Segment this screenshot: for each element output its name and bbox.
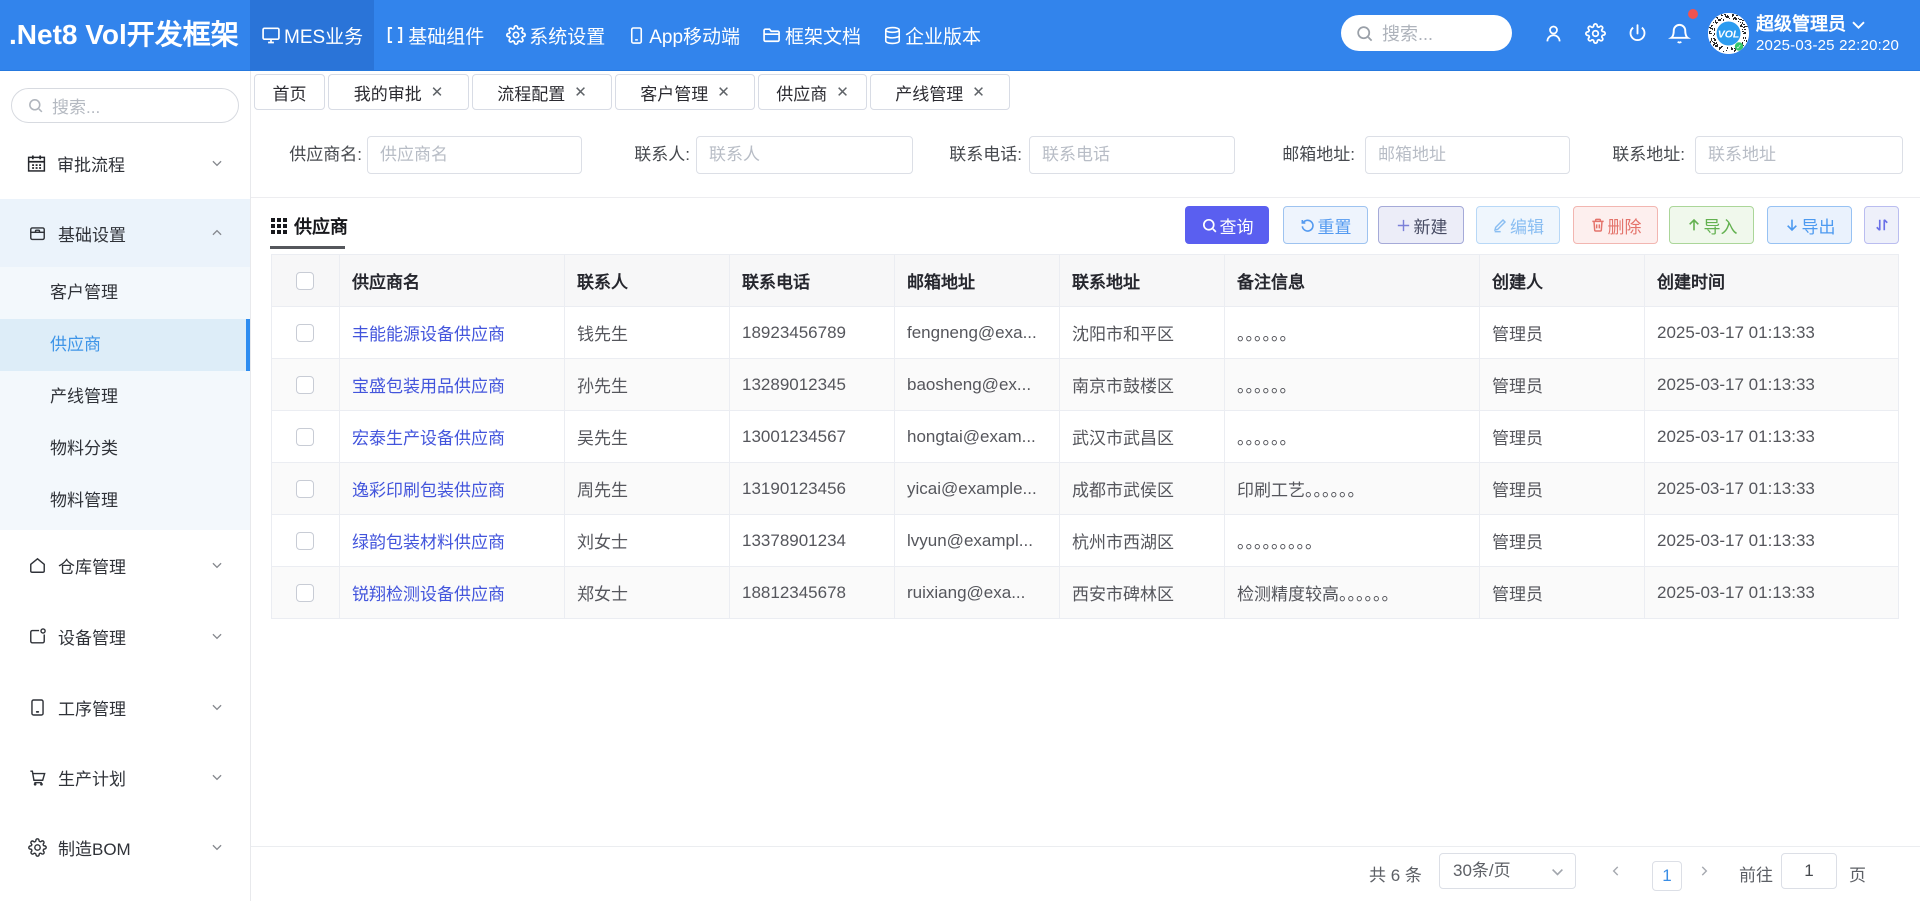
svg-text:✓: ✓ [1736, 44, 1741, 51]
svg-text:VOL: VOL [1718, 29, 1740, 41]
